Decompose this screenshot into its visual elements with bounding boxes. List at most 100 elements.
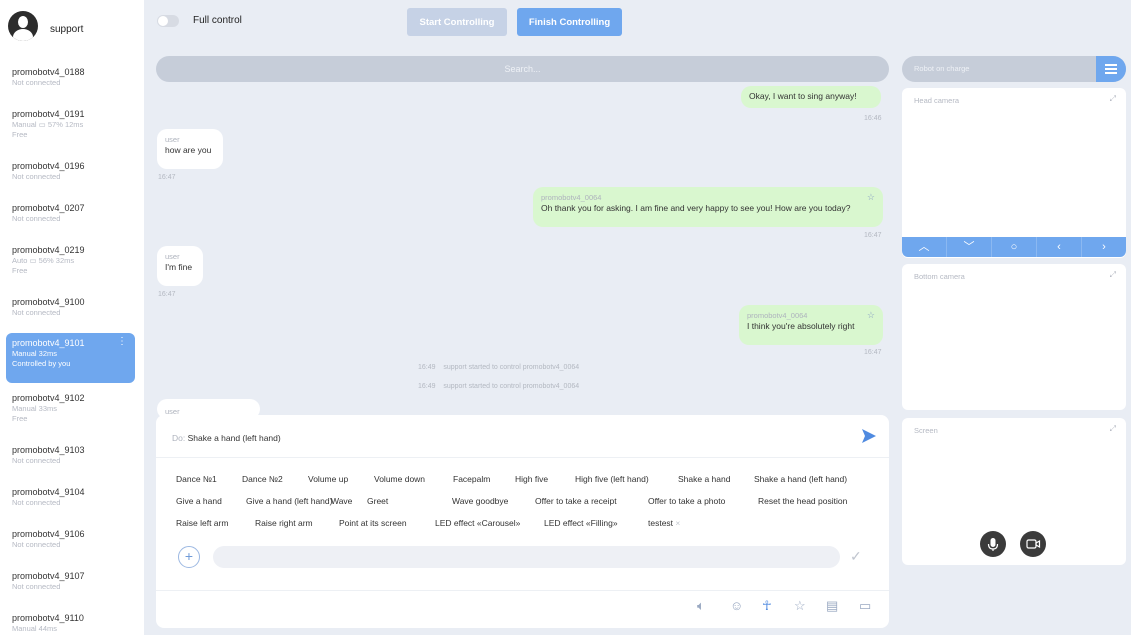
command-label: Dance №1	[176, 474, 217, 484]
message-time: 16:47	[864, 349, 882, 356]
command-chip[interactable]: Offer to take a photo	[648, 496, 725, 506]
system-time: 16:49	[418, 364, 436, 371]
star-icon[interactable]: ☆	[794, 598, 806, 614]
command-chip[interactable]: testest ×	[648, 518, 680, 528]
robot-list-item[interactable]: promobotv4_0207 Not connected	[6, 198, 135, 236]
bottom-camera-panel: Bottom camera ⤢	[902, 264, 1126, 410]
finish-controlling-button[interactable]: Finish Controlling	[517, 8, 622, 36]
expand-icon[interactable]: ⤢	[1110, 94, 1116, 104]
command-chip[interactable]: Raise left arm	[176, 518, 228, 528]
bottom-camera-title: Bottom camera	[914, 272, 965, 281]
robot-list-item[interactable]: promobotv4_9110 Manual 44ms	[6, 608, 135, 635]
robot-list-item[interactable]: promobotv4_0191 Manual ▭ 57% 12ms Free	[6, 104, 135, 142]
robot-list-item[interactable]: promobotv4_9104 Not connected	[6, 482, 135, 520]
head-right-button[interactable]: ›	[1082, 237, 1126, 257]
message-input[interactable]	[213, 546, 840, 568]
command-chip[interactable]: High five (left hand)	[575, 474, 649, 484]
command-chip[interactable]: Volume down	[374, 474, 425, 484]
video-button[interactable]	[1020, 531, 1046, 557]
command-label: Volume up	[308, 474, 349, 484]
command-label: High five (left hand)	[575, 474, 649, 484]
robot-name: promobotv4_9104	[12, 487, 85, 497]
robot-name: promobotv4_0188	[12, 67, 85, 77]
robot-availability: Free	[12, 414, 28, 423]
robot-charge-label: Robot on charge	[914, 64, 970, 73]
robot-list-item[interactable]: promobotv4_9102 Manual 33ms Free	[6, 388, 135, 426]
command-chip[interactable]: Reset the head position	[758, 496, 847, 506]
head-camera-title: Head camera	[914, 96, 960, 105]
robot-list-item[interactable]: promobotv4_9100 Not connected	[6, 292, 135, 330]
command-chip[interactable]: Give a hand (left hand)	[246, 496, 332, 506]
command-label: Point at its screen	[339, 518, 407, 528]
do-prefix: Do:	[172, 433, 186, 443]
robot-list-item[interactable]: promobotv4_0188 Not connected	[6, 62, 135, 100]
command-chip[interactable]: Wave goodbye	[452, 496, 508, 506]
add-button[interactable]: +	[178, 546, 200, 568]
start-controlling-button[interactable]: Start Controlling	[407, 8, 507, 36]
remove-icon[interactable]: ×	[673, 518, 680, 528]
robot-list-item[interactable]: promobotv4_9107 Not connected	[6, 566, 135, 604]
command-label: Shake a hand	[678, 474, 731, 484]
head-down-button[interactable]: ﹀	[947, 237, 992, 257]
monitor-icon[interactable]: ▭	[859, 598, 871, 614]
command-chip[interactable]: Wave	[331, 496, 352, 506]
command-chip[interactable]: Dance №2	[242, 474, 283, 484]
head-up-button[interactable]: ︿	[902, 237, 947, 257]
command-chip[interactable]: Shake a hand (left hand)	[754, 474, 847, 484]
head-left-button[interactable]: ‹	[1037, 237, 1082, 257]
command-chip[interactable]: LED effect «Carousel»	[435, 518, 520, 528]
do-command[interactable]: Do: Shake a hand (left hand)	[172, 433, 281, 443]
command-chip[interactable]: Dance №1	[176, 474, 217, 484]
full-control-toggle[interactable]	[157, 15, 179, 27]
command-chip[interactable]: Raise right arm	[255, 518, 313, 528]
user-profile[interactable]: support	[0, 0, 144, 50]
send-icon[interactable]	[861, 428, 877, 444]
head-nav-bar: ︿ ﹀ ○ ‹ ›	[902, 237, 1126, 257]
robot-availability: Controlled by you	[12, 359, 71, 368]
search-input[interactable]: Search...	[156, 56, 889, 82]
command-chip[interactable]: Offer to take a receipt	[535, 496, 617, 506]
command-chip[interactable]: Shake a hand	[678, 474, 730, 484]
message-sender: promobotv4_0064	[541, 193, 602, 202]
command-label: testest	[648, 518, 674, 528]
check-icon[interactable]: ✓	[850, 548, 862, 565]
menu-button[interactable]	[1096, 56, 1126, 82]
robot-status: Not connected	[12, 308, 61, 317]
robot-list-item[interactable]: promobotv4_9103 Not connected	[6, 440, 135, 478]
speaker-icon[interactable]: 🔈︎	[697, 598, 705, 614]
star-icon[interactable]: ☆	[867, 310, 875, 321]
command-panel: Do: Shake a hand (left hand) Dance №1 Dan…	[156, 415, 889, 628]
expand-icon[interactable]: ⤢	[1110, 270, 1116, 280]
chat-message: Okay, I want to sing anyway!	[741, 86, 881, 108]
robot-name: promobotv4_9100	[12, 297, 85, 307]
command-label: Give a hand (left hand)	[246, 496, 333, 506]
command-chip[interactable]: Point at its screen	[339, 518, 407, 528]
expand-icon[interactable]: ⤢	[1110, 424, 1116, 434]
script-icon[interactable]: ▤	[826, 598, 838, 614]
command-chip[interactable]: High five	[515, 474, 548, 484]
person-icon[interactable]: ☥	[762, 598, 772, 614]
robot-list-item[interactable]: promobotv4_0196 Not connected	[6, 156, 135, 194]
robot-list-item[interactable]: promobotv4_0219 Auto ▭ 56% 32ms Free	[6, 240, 135, 278]
more-options-icon[interactable]: ⋮	[117, 337, 127, 347]
command-chip[interactable]: Give a hand	[176, 496, 222, 506]
command-chip[interactable]: Volume up	[308, 474, 348, 484]
star-icon[interactable]: ☆	[867, 192, 875, 203]
command-chip[interactable]: Facepalm	[453, 474, 490, 484]
command-label: LED effect «Filling»	[544, 518, 618, 528]
robot-status: Not connected	[12, 498, 61, 507]
command-chip[interactable]: Greet	[367, 496, 388, 506]
avatar	[8, 11, 38, 41]
robot-name: promobotv4_9107	[12, 571, 85, 581]
message-text: Oh thank you for asking. I am fine and v…	[541, 203, 851, 213]
command-chip[interactable]: LED effect «Filling»	[544, 518, 618, 528]
smile-icon[interactable]: ☺︎	[730, 598, 743, 613]
command-label: Facepalm	[453, 474, 491, 484]
robot-list-item[interactable]: promobotv4_9106 Not connected	[6, 524, 135, 562]
robot-status: Manual 32ms	[12, 349, 58, 358]
message-time: 16:47	[864, 232, 882, 239]
robot-list-item[interactable]: promobotv4_9101 Manual 32ms Controlled by …	[6, 333, 135, 383]
microphone-button[interactable]	[980, 531, 1006, 557]
head-center-button[interactable]: ○	[992, 237, 1037, 257]
command-label: Reset the head position	[758, 496, 848, 506]
